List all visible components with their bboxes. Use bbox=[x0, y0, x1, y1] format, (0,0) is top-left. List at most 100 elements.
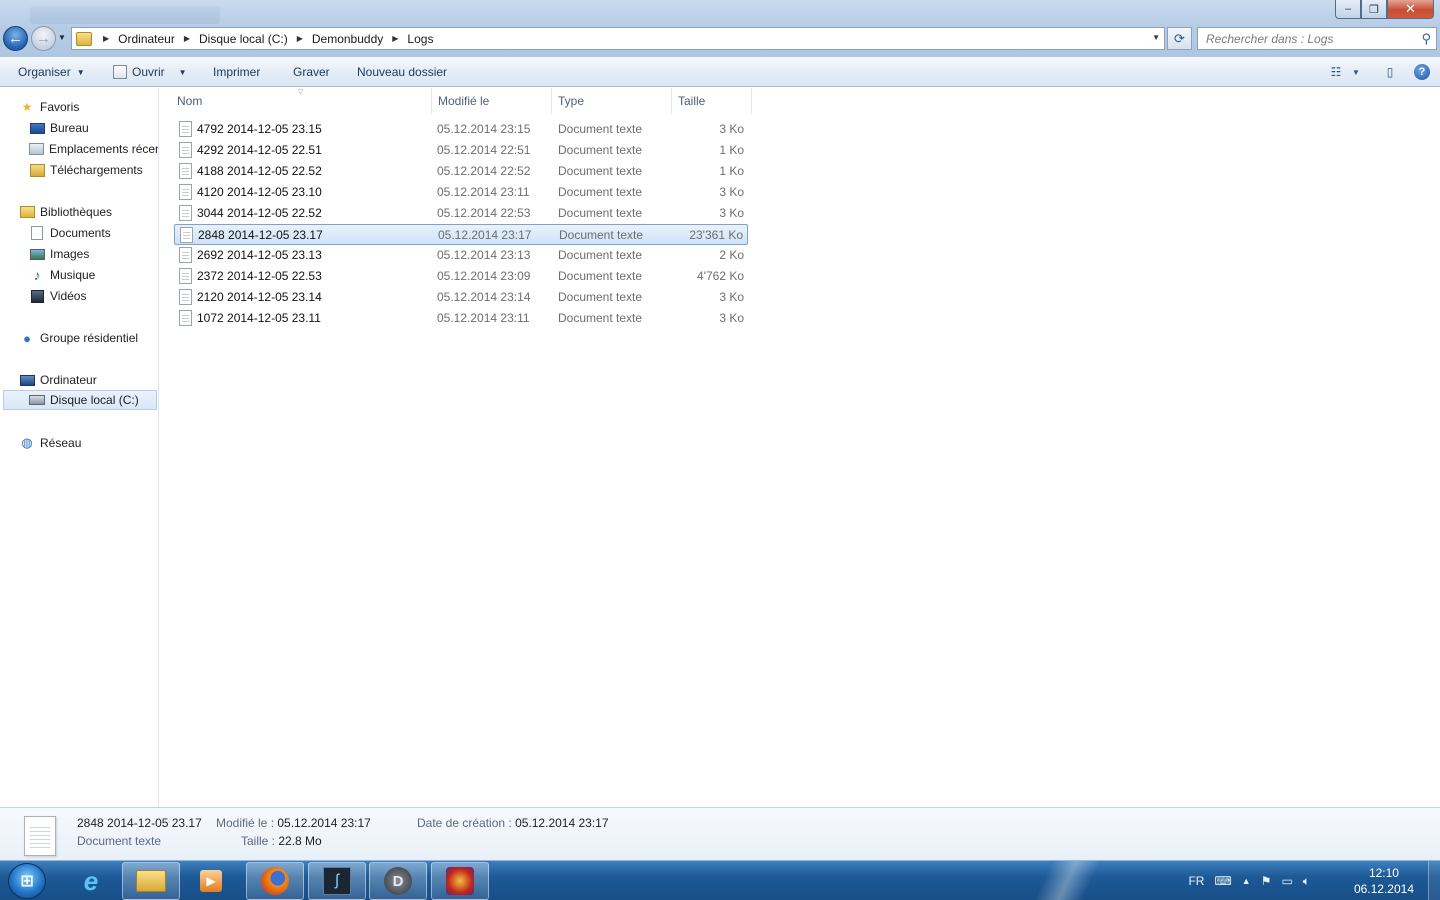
table-row[interactable]: 4188 2014-12-05 22.52 05.12.2014 22:52 D… bbox=[174, 161, 748, 182]
column-separator[interactable] bbox=[751, 88, 752, 114]
breadcrumb-ordinateur[interactable]: Ordinateur bbox=[118, 32, 175, 46]
show-hidden-icons-icon[interactable]: ▲ bbox=[1242, 876, 1251, 886]
file-list: ▽ Nom Modifié le Type Taille 4792 2014-1… bbox=[160, 88, 1440, 807]
back-button[interactable]: ← bbox=[3, 26, 28, 51]
close-button[interactable]: ✕ bbox=[1387, 0, 1434, 19]
file-size: 23'361 Ko bbox=[689, 228, 743, 242]
file-size: 1 Ko bbox=[719, 164, 744, 178]
column-header-nom[interactable]: Nom bbox=[177, 88, 202, 114]
column-header-modifie[interactable]: Modifié le bbox=[438, 88, 489, 114]
file-type: Document texte bbox=[558, 122, 643, 136]
sidebar-item-images[interactable]: Images bbox=[0, 244, 158, 264]
sidebar-item-disque-local[interactable]: Disque local (C:) bbox=[3, 390, 157, 410]
taskbar-firefox[interactable] bbox=[246, 862, 304, 900]
start-button[interactable]: ⊞ bbox=[8, 863, 46, 899]
refresh-button[interactable]: ⟳ bbox=[1167, 27, 1192, 50]
sidebar-item-ordinateur[interactable]: Ordinateur bbox=[0, 370, 158, 390]
window-controls: – ❐ ✕ bbox=[1335, 0, 1434, 19]
table-row[interactable]: 2372 2014-12-05 22.53 05.12.2014 23:09 D… bbox=[174, 266, 748, 287]
print-button[interactable]: Imprimer bbox=[213, 57, 260, 87]
file-name: 4120 2014-12-05 23.10 bbox=[197, 185, 322, 199]
refresh-icon: ⟳ bbox=[1174, 30, 1185, 46]
text-file-icon bbox=[179, 184, 192, 200]
table-row[interactable]: 4292 2014-12-05 22.51 05.12.2014 22:51 D… bbox=[174, 140, 748, 161]
language-indicator[interactable]: FR bbox=[1188, 874, 1204, 888]
file-size: 3 Ko bbox=[719, 185, 744, 199]
file-name: 2692 2014-12-05 23.13 bbox=[197, 248, 322, 262]
taskbar-demonbuddy[interactable]: ʃ bbox=[308, 862, 366, 900]
action-center-flag-icon[interactable]: ⚑ bbox=[1261, 874, 1272, 888]
breadcrumb-demonbuddy[interactable]: Demonbuddy bbox=[312, 32, 383, 46]
details-created-key: Date de création : bbox=[417, 816, 512, 830]
table-row[interactable]: 1072 2014-12-05 23.11 05.12.2014 23:11 D… bbox=[174, 308, 748, 329]
breadcrumb-disque-local[interactable]: Disque local (C:) bbox=[199, 32, 288, 46]
sidebar-item-favoris[interactable]: ★ Favoris bbox=[0, 97, 158, 117]
column-header-taille[interactable]: Taille bbox=[678, 88, 705, 114]
taskbar-diablo[interactable]: D bbox=[369, 862, 427, 900]
help-icon[interactable]: ? bbox=[1414, 64, 1430, 80]
sidebar-item-bureau[interactable]: Bureau bbox=[0, 118, 158, 138]
column-separator[interactable] bbox=[671, 88, 672, 114]
maximize-button[interactable]: ❐ bbox=[1361, 0, 1387, 19]
change-view-icon[interactable]: ☷ bbox=[1326, 63, 1346, 81]
table-row[interactable]: 2692 2014-12-05 23.13 05.12.2014 23:13 D… bbox=[174, 245, 748, 266]
sidebar-item-telechargements[interactable]: Téléchargements bbox=[0, 160, 158, 180]
preview-pane-icon[interactable]: ▯ bbox=[1380, 63, 1400, 81]
file-date: 05.12.2014 23:11 bbox=[437, 185, 530, 199]
file-type: Document texte bbox=[558, 143, 643, 157]
address-dropdown-icon[interactable]: ▼ bbox=[1152, 33, 1160, 42]
details-created: Date de création : 05.12.2014 23:17 bbox=[417, 816, 609, 830]
sidebar-item-reseau[interactable]: ◍ Réseau bbox=[0, 433, 158, 453]
taskbar-media-player[interactable]: ▶ bbox=[182, 862, 240, 900]
sidebar-item-documents[interactable]: Documents bbox=[0, 223, 158, 243]
breadcrumb-chevron-icon[interactable]: ▶ bbox=[184, 34, 190, 43]
documents-icon bbox=[29, 226, 45, 240]
sidebar-item-label: Favoris bbox=[40, 100, 80, 114]
table-row-selected[interactable]: 2848 2014-12-05 23.17 05.12.2014 23:17 D… bbox=[174, 224, 748, 245]
network-status-icon[interactable]: ▭ bbox=[1281, 874, 1292, 888]
taskbar-game[interactable] bbox=[431, 862, 489, 900]
search-input[interactable] bbox=[1206, 31, 1406, 46]
table-row[interactable]: 4792 2014-12-05 23.15 05.12.2014 23:15 D… bbox=[174, 119, 748, 140]
clock[interactable]: 12:10 06.12.2014 bbox=[1354, 865, 1414, 897]
column-header-type[interactable]: Type bbox=[558, 88, 584, 114]
search-box[interactable]: ⚲ bbox=[1197, 27, 1437, 50]
minimize-button[interactable]: – bbox=[1335, 0, 1361, 19]
table-row[interactable]: 2120 2014-12-05 23.14 05.12.2014 23:14 D… bbox=[174, 287, 748, 308]
chevron-down-icon: ▼ bbox=[178, 67, 187, 77]
breadcrumb-logs[interactable]: Logs bbox=[407, 32, 433, 46]
table-row[interactable]: 4120 2014-12-05 23.10 05.12.2014 23:11 D… bbox=[174, 182, 748, 203]
open-button[interactable]: Ouvrir ▼ bbox=[113, 57, 187, 87]
file-name: 2120 2014-12-05 23.14 bbox=[197, 290, 322, 304]
sidebar-item-emplacements-recents[interactable]: Emplacements récents bbox=[0, 139, 158, 159]
column-separator[interactable] bbox=[431, 88, 432, 114]
sidebar-item-bibliotheques[interactable]: Bibliothèques bbox=[0, 202, 158, 222]
address-bar[interactable]: ▶ Ordinateur ▶ Disque local (C:) ▶ Demon… bbox=[71, 27, 1165, 50]
taskbar-internet-explorer[interactable]: e bbox=[62, 862, 120, 900]
new-folder-button[interactable]: Nouveau dossier bbox=[357, 57, 447, 87]
keyboard-icon[interactable]: ⌨ bbox=[1214, 874, 1231, 888]
column-separator[interactable] bbox=[551, 88, 552, 114]
sidebar-item-videos[interactable]: Vidéos bbox=[0, 286, 158, 306]
sidebar-item-musique[interactable]: ♪ Musique bbox=[0, 265, 158, 285]
taskbar-glow bbox=[1020, 861, 1110, 900]
search-icon[interactable]: ⚲ bbox=[1421, 31, 1431, 47]
table-row[interactable]: 3044 2014-12-05 22.52 05.12.2014 22:53 D… bbox=[174, 203, 748, 224]
file-type: Document texte bbox=[558, 164, 643, 178]
volume-icon[interactable]: 🔈︎ bbox=[1303, 874, 1310, 889]
show-desktop-button[interactable] bbox=[1428, 861, 1440, 900]
music-icon: ♪ bbox=[33, 267, 41, 283]
forward-button[interactable]: → bbox=[31, 26, 56, 51]
sidebar-item-groupe-residentiel[interactable]: ● Groupe résidentiel bbox=[0, 328, 158, 348]
breadcrumb-chevron-icon[interactable]: ▶ bbox=[297, 34, 303, 43]
file-size: 3 Ko bbox=[719, 311, 744, 325]
breadcrumb-chevron-icon[interactable]: ▶ bbox=[392, 34, 398, 43]
taskbar-windows-explorer[interactable] bbox=[122, 862, 180, 900]
text-file-icon bbox=[179, 163, 192, 179]
organize-button[interactable]: Organiser ▼ bbox=[18, 57, 85, 87]
recent-pages-dropdown[interactable]: ▼ bbox=[58, 33, 66, 42]
burn-button[interactable]: Graver bbox=[293, 57, 330, 87]
chevron-down-icon[interactable]: ▼ bbox=[1346, 63, 1366, 81]
breadcrumb-chevron-icon[interactable]: ▶ bbox=[103, 34, 109, 43]
file-date: 05.12.2014 23:14 bbox=[437, 290, 531, 304]
